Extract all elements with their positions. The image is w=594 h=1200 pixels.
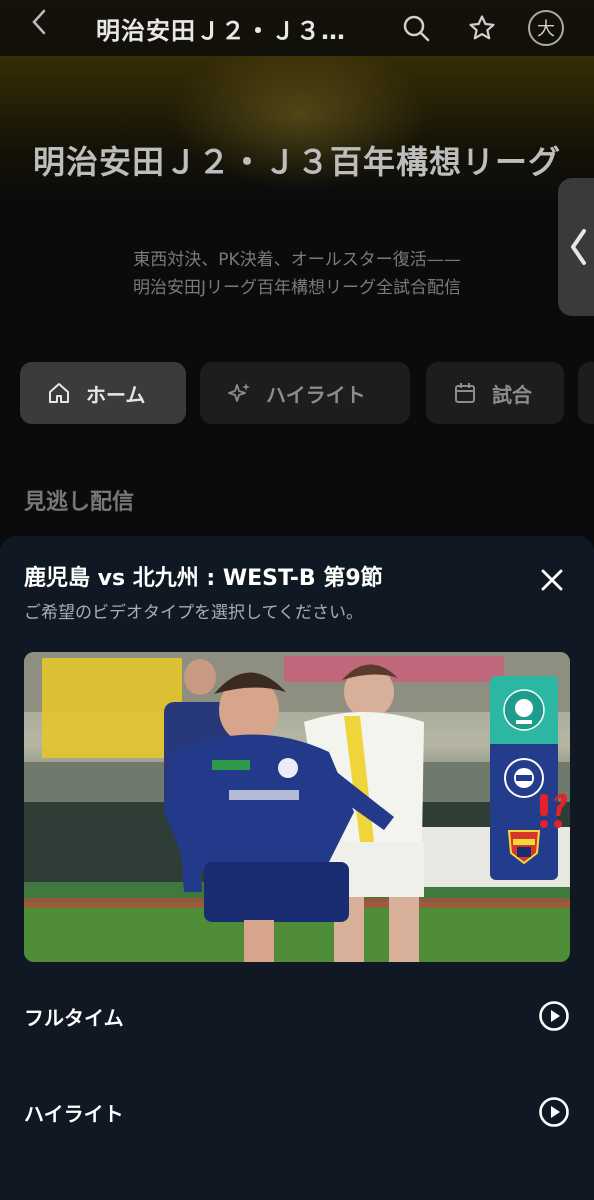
tab-highlight-label: ハイライト bbox=[266, 382, 366, 407]
calendar-icon bbox=[452, 380, 478, 406]
page-title: 明治安田Ｊ２・Ｊ３… bbox=[96, 16, 346, 45]
play-icon bbox=[539, 1001, 569, 1031]
side-panel-handle[interactable] bbox=[558, 178, 594, 316]
search-button[interactable] bbox=[398, 10, 434, 46]
tab-home-label: ホーム bbox=[86, 382, 146, 407]
exclamation-icon bbox=[536, 790, 570, 834]
tab-home[interactable]: ホーム bbox=[20, 362, 186, 424]
tab-highlight[interactable]: ハイライト bbox=[200, 362, 410, 424]
star-icon bbox=[469, 15, 495, 40]
league-description: 東西対決、PK決着、オールスター復活—— 明治安田Jリーグ百年構想リーグ全試合配… bbox=[40, 246, 554, 302]
play-icon bbox=[539, 1097, 569, 1127]
back-button[interactable] bbox=[30, 0, 70, 56]
league-description-line2: 明治安田Jリーグ百年構想リーグ全試合配信 bbox=[132, 278, 461, 298]
close-icon bbox=[541, 569, 563, 591]
match-photo bbox=[24, 652, 570, 962]
tab-matches-label: 試合 bbox=[492, 382, 532, 407]
match-thumbnail[interactable] bbox=[24, 652, 570, 962]
sparkle-icon bbox=[226, 380, 252, 406]
chevron-left-icon bbox=[571, 229, 586, 265]
section-title: 見逃し配信 bbox=[24, 490, 135, 515]
option-fulltime-label: フルタイム bbox=[24, 1005, 124, 1030]
video-type-sheet: 鹿児島 vs 北九州 : WEST-B 第9節 ご希望のビデオタイプを選択してく… bbox=[0, 536, 594, 1200]
tab-more[interactable] bbox=[578, 362, 594, 424]
league-title: 明治安田Ｊ２・Ｊ３百年構想リーグ bbox=[32, 143, 561, 181]
sheet-title: 鹿児島 vs 北九州 : WEST-B 第9節 bbox=[24, 566, 383, 591]
chevron-left-icon bbox=[32, 9, 46, 35]
search-icon bbox=[403, 15, 430, 42]
j-league-logo bbox=[490, 676, 558, 744]
option-highlight[interactable]: ハイライト bbox=[24, 1086, 570, 1138]
league-description-line1: 東西対決、PK決着、オールスター復活—— bbox=[133, 250, 461, 270]
tab-matches[interactable]: 試合 bbox=[426, 362, 564, 424]
option-highlight-label: ハイライト bbox=[24, 1101, 124, 1126]
league-logo-strip bbox=[490, 676, 558, 880]
sheet-subtitle: ご希望のビデオタイプを選択してください。 bbox=[24, 603, 363, 623]
tab-bar: ホーム ハイライト 試合 bbox=[0, 362, 594, 426]
font-size-button[interactable]: 大 bbox=[528, 10, 564, 46]
close-button[interactable] bbox=[532, 560, 572, 600]
top-app-bar: 明治安田Ｊ２・Ｊ３… 大 bbox=[0, 0, 594, 56]
favorite-button[interactable] bbox=[464, 10, 500, 46]
home-icon bbox=[46, 380, 72, 406]
option-fulltime[interactable]: フルタイム bbox=[24, 990, 570, 1042]
